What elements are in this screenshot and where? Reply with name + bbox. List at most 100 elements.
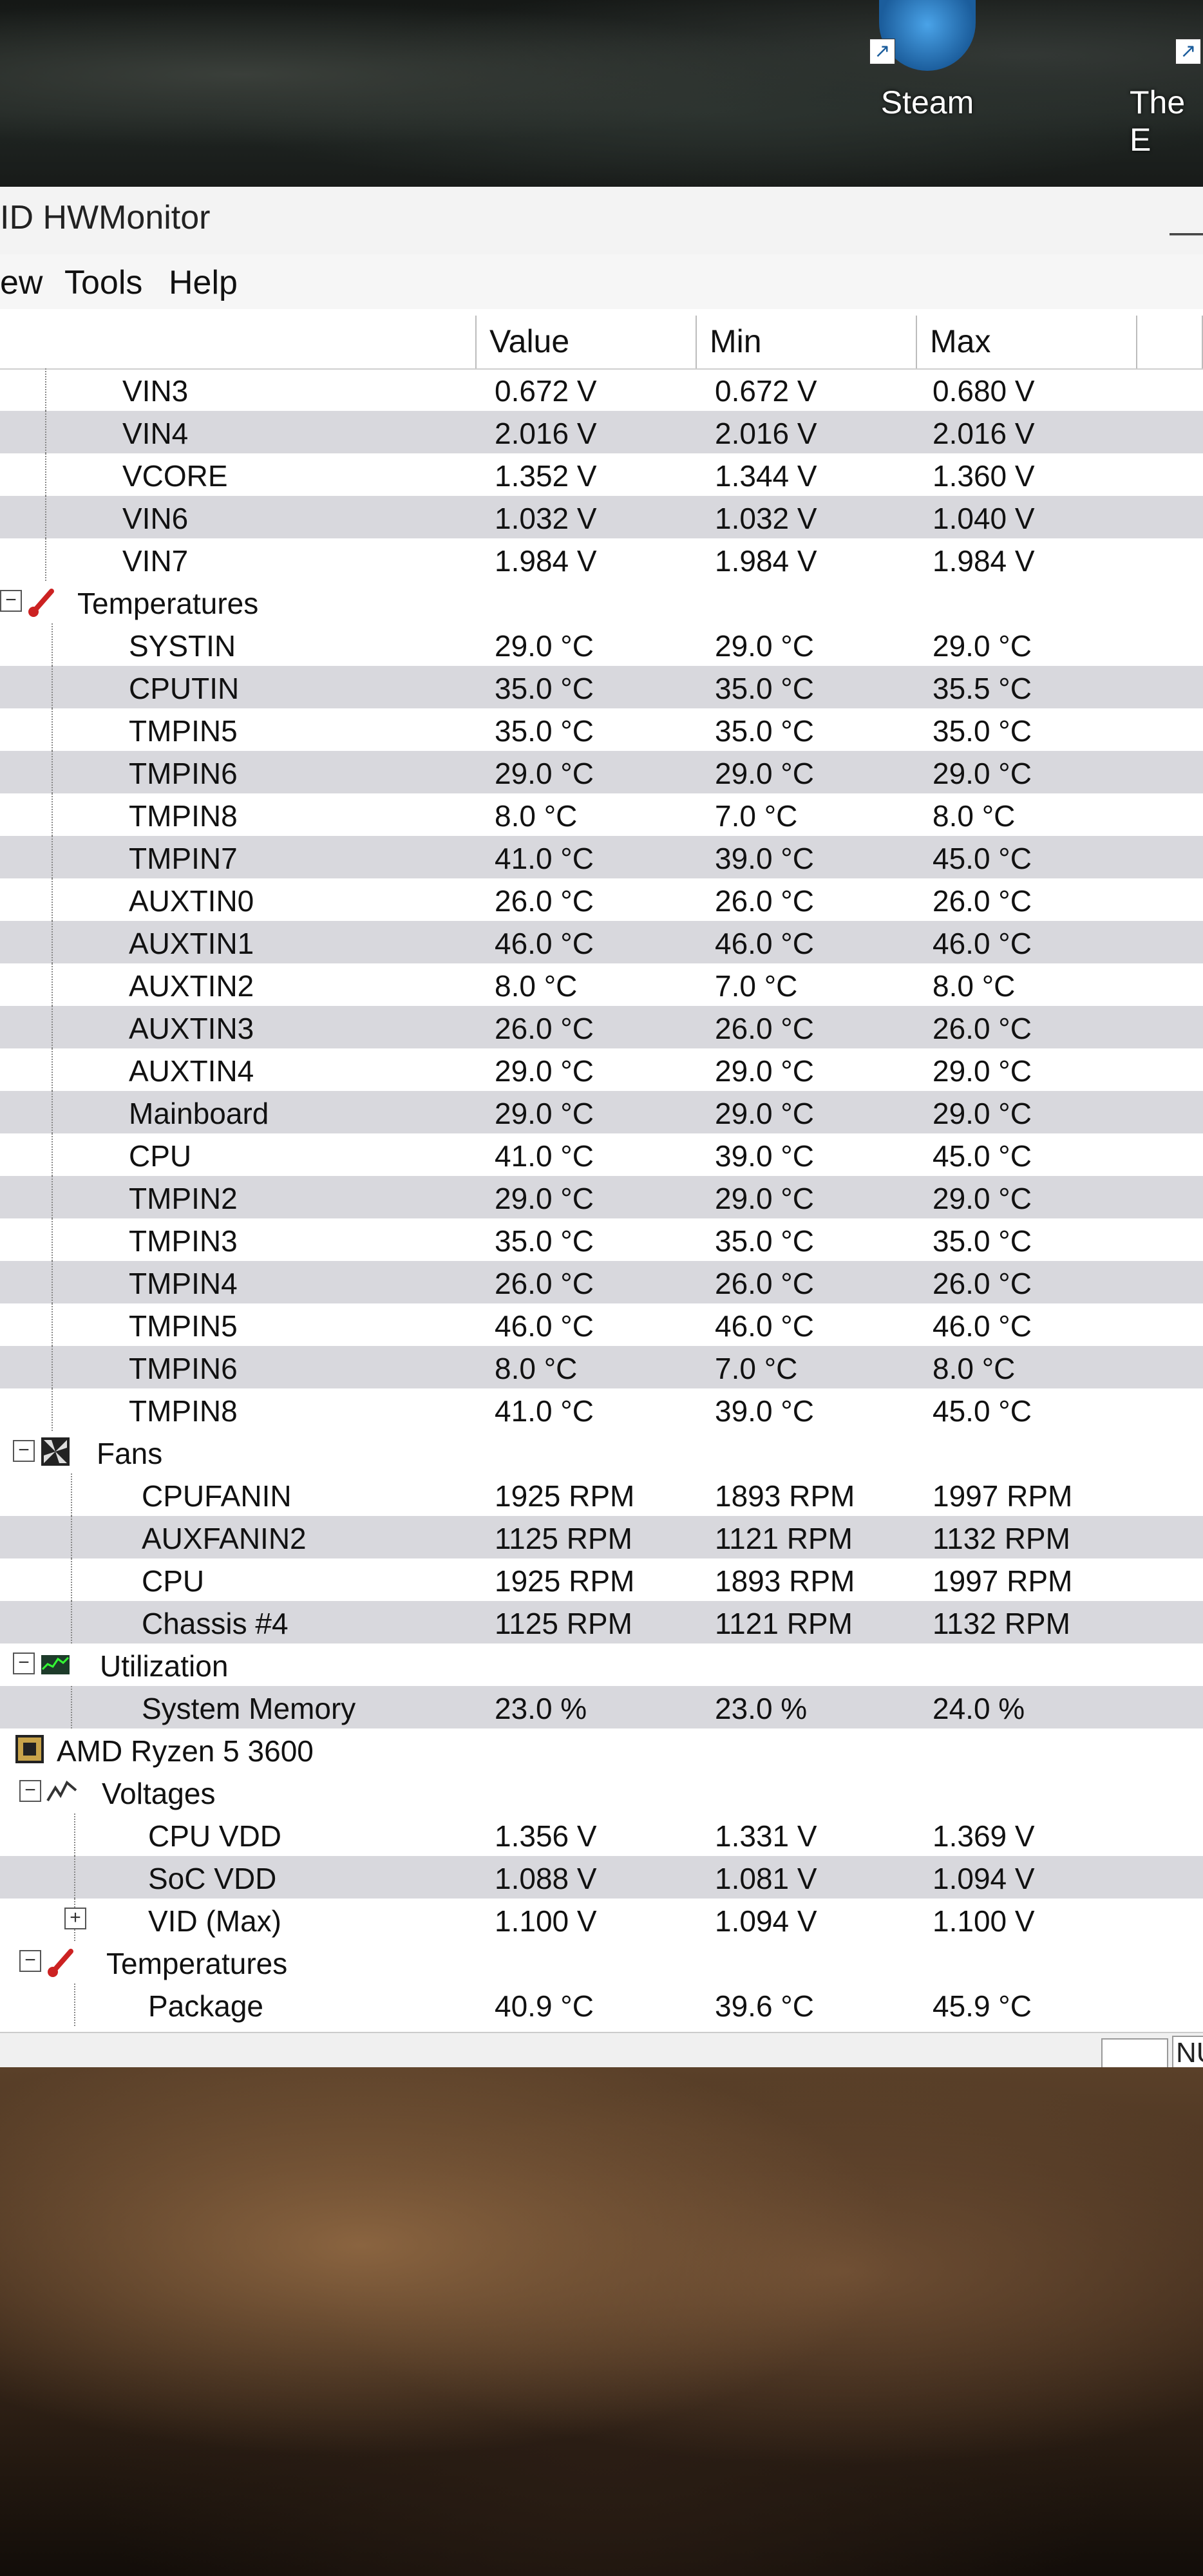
title-bar[interactable]: ID HWMonitor —: [0, 187, 1203, 254]
sensor-row[interactable]: VIN4 2.016 V 2.016 V 2.016 V: [0, 411, 1203, 453]
tree-connector: [52, 1346, 53, 1388]
sensor-min: 26.0 °C: [715, 884, 814, 918]
sensor-row[interactable]: TMPIN6 8.0 °C 7.0 °C 8.0 °C: [0, 1346, 1203, 1388]
sensor-value: 8.0 °C: [495, 969, 578, 1003]
tree-group-row[interactable]: − Voltages: [0, 1771, 1203, 1814]
tree-group-row[interactable]: − Utilization: [0, 1643, 1203, 1686]
sensor-label: VIN4: [122, 417, 189, 450]
collapse-toggle[interactable]: −: [13, 1440, 35, 1462]
sensor-value: 29.0 °C: [495, 1182, 594, 1215]
sensor-row[interactable]: TMPIN8 41.0 °C 39.0 °C 45.0 °C: [0, 1388, 1203, 1431]
sensor-label: TMPIN8: [129, 799, 238, 833]
sensor-label: AUXTIN0: [129, 884, 254, 918]
tree-connector: [52, 1218, 53, 1261]
column-min[interactable]: Min: [697, 316, 917, 368]
sensor-row[interactable]: SYSTIN 29.0 °C 29.0 °C 29.0 °C: [0, 623, 1203, 666]
minimize-button[interactable]: —: [1170, 213, 1203, 251]
sensor-row[interactable]: TMPIN5 46.0 °C 46.0 °C 46.0 °C: [0, 1303, 1203, 1346]
sensor-min: 39.0 °C: [715, 1394, 814, 1428]
sensor-row[interactable]: AUXFANIN2 1125 RPM 1121 RPM 1132 RPM: [0, 1516, 1203, 1558]
sensor-row[interactable]: TMPIN7 41.0 °C 39.0 °C 45.0 °C: [0, 836, 1203, 878]
group-label: Utilization: [100, 1649, 229, 1683]
sensor-row[interactable]: Chassis #4 1125 RPM 1121 RPM 1132 RPM: [0, 1601, 1203, 1643]
sensor-max: 45.9 °C: [933, 1989, 1032, 2023]
sensor-value: 23.0 %: [495, 1692, 587, 1725]
sensor-row[interactable]: AUXTIN0 26.0 °C 26.0 °C 26.0 °C: [0, 878, 1203, 921]
sensor-min: 35.0 °C: [715, 672, 814, 705]
menu-view[interactable]: ew: [0, 263, 43, 302]
tree-group-row[interactable]: − Fans: [0, 1431, 1203, 1473]
sensor-label: Mainboard: [129, 1097, 269, 1130]
sensor-row[interactable]: CPU VDD 1.356 V 1.331 V 1.369 V: [0, 1814, 1203, 1856]
sensor-label: TMPIN3: [129, 1224, 238, 1258]
sensor-row[interactable]: TMPIN2 29.0 °C 29.0 °C 29.0 °C: [0, 1176, 1203, 1218]
sensor-row[interactable]: SoC VDD 1.088 V 1.081 V 1.094 V: [0, 1856, 1203, 1899]
tree-connector: [52, 1261, 53, 1303]
sensor-row[interactable]: CPU 1925 RPM 1893 RPM 1997 RPM: [0, 1558, 1203, 1601]
sensor-row[interactable]: AUXTIN1 46.0 °C 46.0 °C 46.0 °C: [0, 921, 1203, 963]
column-value[interactable]: Value: [477, 316, 697, 368]
sensor-label: SoC VDD: [148, 1862, 277, 1895]
steam-shortcut[interactable]: ↗ Steam: [857, 0, 998, 180]
sensor-row[interactable]: VIN3 0.672 V 0.672 V 0.680 V: [0, 368, 1203, 411]
tree-group-row[interactable]: − Temperatures: [0, 1941, 1203, 1984]
menu-help[interactable]: Help: [169, 263, 238, 302]
sensor-row[interactable]: TMPIN5 35.0 °C 35.0 °C 35.0 °C: [0, 708, 1203, 751]
tree-connector: [52, 921, 53, 963]
sensor-min: 29.0 °C: [715, 1097, 814, 1130]
menu-tools[interactable]: Tools: [64, 263, 142, 302]
sensor-row[interactable]: CPUTIN 35.0 °C 35.0 °C 35.5 °C: [0, 666, 1203, 708]
collapse-toggle[interactable]: −: [19, 1950, 41, 1972]
sensor-label: AUXTIN1: [129, 927, 254, 960]
sensor-max: 1.369 V: [933, 1819, 1035, 1853]
utilization-icon: [41, 1655, 70, 1674]
sensor-row[interactable]: TMPIN3 35.0 °C 35.0 °C 35.0 °C: [0, 1218, 1203, 1261]
sensor-label: CPU VDD: [148, 1819, 282, 1853]
sensor-row[interactable]: CPU 41.0 °C 39.0 °C 45.0 °C: [0, 1133, 1203, 1176]
sensor-max: 1132 RPM: [933, 1607, 1070, 1640]
game-shortcut[interactable]: ↗ The E: [1121, 0, 1203, 180]
sensor-min: 1.032 V: [715, 502, 817, 535]
sensor-row[interactable]: AUXTIN3 26.0 °C 26.0 °C 26.0 °C: [0, 1006, 1203, 1048]
sensor-row[interactable]: AUXTIN2 8.0 °C 7.0 °C 8.0 °C: [0, 963, 1203, 1006]
collapse-toggle[interactable]: −: [19, 1780, 41, 1802]
sensor-row[interactable]: CPUFANIN 1925 RPM 1893 RPM 1997 RPM: [0, 1473, 1203, 1516]
sensor-min: 35.0 °C: [715, 1224, 814, 1258]
sensor-row[interactable]: AUXTIN4 29.0 °C 29.0 °C 29.0 °C: [0, 1048, 1203, 1091]
tree-group-row[interactable]: AMD Ryzen 5 3600: [0, 1728, 1203, 1771]
sensor-label: TMPIN7: [129, 842, 238, 875]
sensor-min: 1893 RPM: [715, 1564, 855, 1598]
sensor-row[interactable]: Mainboard 29.0 °C 29.0 °C 29.0 °C: [0, 1091, 1203, 1133]
sensor-row[interactable]: TMPIN8 8.0 °C 7.0 °C 8.0 °C: [0, 793, 1203, 836]
sensor-min: 29.0 °C: [715, 1182, 814, 1215]
column-max[interactable]: Max: [917, 316, 1137, 368]
sensor-row[interactable]: VIN6 1.032 V 1.032 V 1.040 V: [0, 496, 1203, 538]
sensor-value: 2.016 V: [495, 417, 597, 450]
collapse-toggle[interactable]: −: [13, 1653, 35, 1674]
column-sensor[interactable]: [0, 316, 477, 368]
tree-group-row[interactable]: − Temperatures: [0, 581, 1203, 623]
sensor-value: 29.0 °C: [495, 757, 594, 790]
collapse-toggle[interactable]: −: [0, 590, 22, 612]
sensor-row[interactable]: TMPIN6 29.0 °C 29.0 °C 29.0 °C: [0, 751, 1203, 793]
sensor-label: AUXFANIN2: [142, 1522, 307, 1555]
sensor-max: 29.0 °C: [933, 1182, 1032, 1215]
sensor-max: 35.5 °C: [933, 672, 1032, 705]
tree-connector: [52, 836, 53, 878]
sensor-row[interactable]: VCORE 1.352 V 1.344 V 1.360 V: [0, 453, 1203, 496]
sensor-min: 0.672 V: [715, 374, 817, 408]
sensor-row[interactable]: VIN7 1.984 V 1.984 V 1.984 V: [0, 538, 1203, 581]
expand-toggle[interactable]: +: [64, 1908, 86, 1929]
tree-connector: [52, 1133, 53, 1176]
sensor-min: 23.0 %: [715, 1692, 808, 1725]
sensor-value: 41.0 °C: [495, 1139, 594, 1173]
sensor-row[interactable]: System Memory 23.0 % 23.0 % 24.0 %: [0, 1686, 1203, 1728]
sensor-row[interactable]: + VID (Max) 1.100 V 1.094 V 1.100 V: [0, 1899, 1203, 1941]
sensor-row[interactable]: Package 40.9 °C 39.6 °C 45.9 °C: [0, 1984, 1203, 2026]
sensor-max: 8.0 °C: [933, 799, 1016, 833]
tree-connector: [52, 1176, 53, 1218]
tree-connector: [52, 963, 53, 1006]
sensor-row[interactable]: TMPIN4 26.0 °C 26.0 °C 26.0 °C: [0, 1261, 1203, 1303]
sensor-max: 1.094 V: [933, 1862, 1035, 1895]
sensor-value: 1.356 V: [495, 1819, 597, 1853]
